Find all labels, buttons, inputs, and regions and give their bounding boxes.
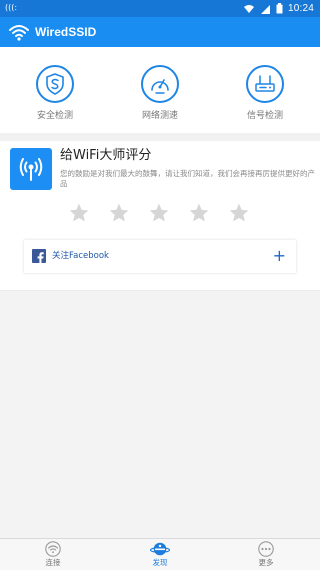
tool-label: 信号检测 — [246, 111, 283, 121]
star-icon[interactable] — [108, 202, 130, 224]
status-time: 10:24 — [287, 3, 314, 14]
shield-s-icon — [46, 73, 64, 95]
speedometer-icon — [151, 79, 169, 94]
tool-label: 网络测速 — [141, 111, 178, 121]
empty-content-area — [0, 290, 320, 538]
nav-tab-more[interactable]: 更多 — [236, 541, 296, 568]
add-icon[interactable]: + — [273, 247, 286, 265]
signal-icon — [260, 0, 271, 18]
tool-label: 安全检测 — [36, 111, 73, 121]
app-bar: WiredSSID — [0, 17, 320, 47]
tools-section: 安全检测 网络测速 信号检测 — [0, 47, 320, 133]
signal-check-button[interactable]: 信号检测 — [225, 65, 305, 122]
facebook-label: 关注Facebook — [52, 251, 109, 261]
wifi-master-logo-icon — [10, 148, 52, 190]
rating-card: 给WiFi大师评分 您的鼓励是对我们最大的鼓舞，请让我们知道，我们会再接再厉提供… — [0, 141, 320, 286]
battery-icon — [276, 0, 283, 18]
more-dots-icon — [236, 541, 296, 557]
follow-facebook-row[interactable]: 关注Facebook + — [24, 240, 296, 273]
status-right-group: 10:24 — [243, 1, 314, 16]
nav-label: 连接 — [45, 558, 61, 567]
status-signal-text: (((: — [5, 3, 18, 12]
wifi-logo-icon — [8, 23, 30, 41]
star-icon[interactable] — [228, 202, 250, 224]
tool-icon-circle — [36, 65, 74, 103]
status-bar: (((: 10:24 — [0, 0, 320, 17]
facebook-icon — [32, 249, 46, 264]
section-divider — [0, 133, 320, 141]
security-check-button[interactable]: 安全检测 — [15, 65, 95, 122]
tool-icon-circle — [246, 65, 284, 103]
speed-test-button[interactable]: 网络测速 — [120, 65, 200, 122]
bottom-nav: 连接 发现 更多 — [0, 538, 320, 570]
nav-label: 发现 — [152, 558, 168, 567]
star-icon[interactable] — [188, 202, 210, 224]
app-title: WiredSSID — [35, 25, 97, 39]
star-rating — [68, 202, 258, 224]
nav-tab-discover[interactable]: 发现 — [130, 541, 190, 568]
star-icon[interactable] — [148, 202, 170, 224]
planet-icon — [130, 541, 190, 557]
tool-icon-circle — [141, 65, 179, 103]
wifi-nav-icon — [23, 541, 83, 557]
wifi-icon — [243, 0, 255, 18]
router-icon — [255, 75, 275, 92]
rating-description: 您的鼓励是对我们最大的鼓舞，请让我们知道，我们会再接再厉提供更好的产品 — [60, 169, 315, 188]
nav-tab-connect[interactable]: 连接 — [23, 541, 83, 568]
nav-label: 更多 — [258, 558, 274, 567]
star-icon[interactable] — [68, 202, 90, 224]
rating-title: 给WiFi大师评分 — [60, 148, 152, 163]
